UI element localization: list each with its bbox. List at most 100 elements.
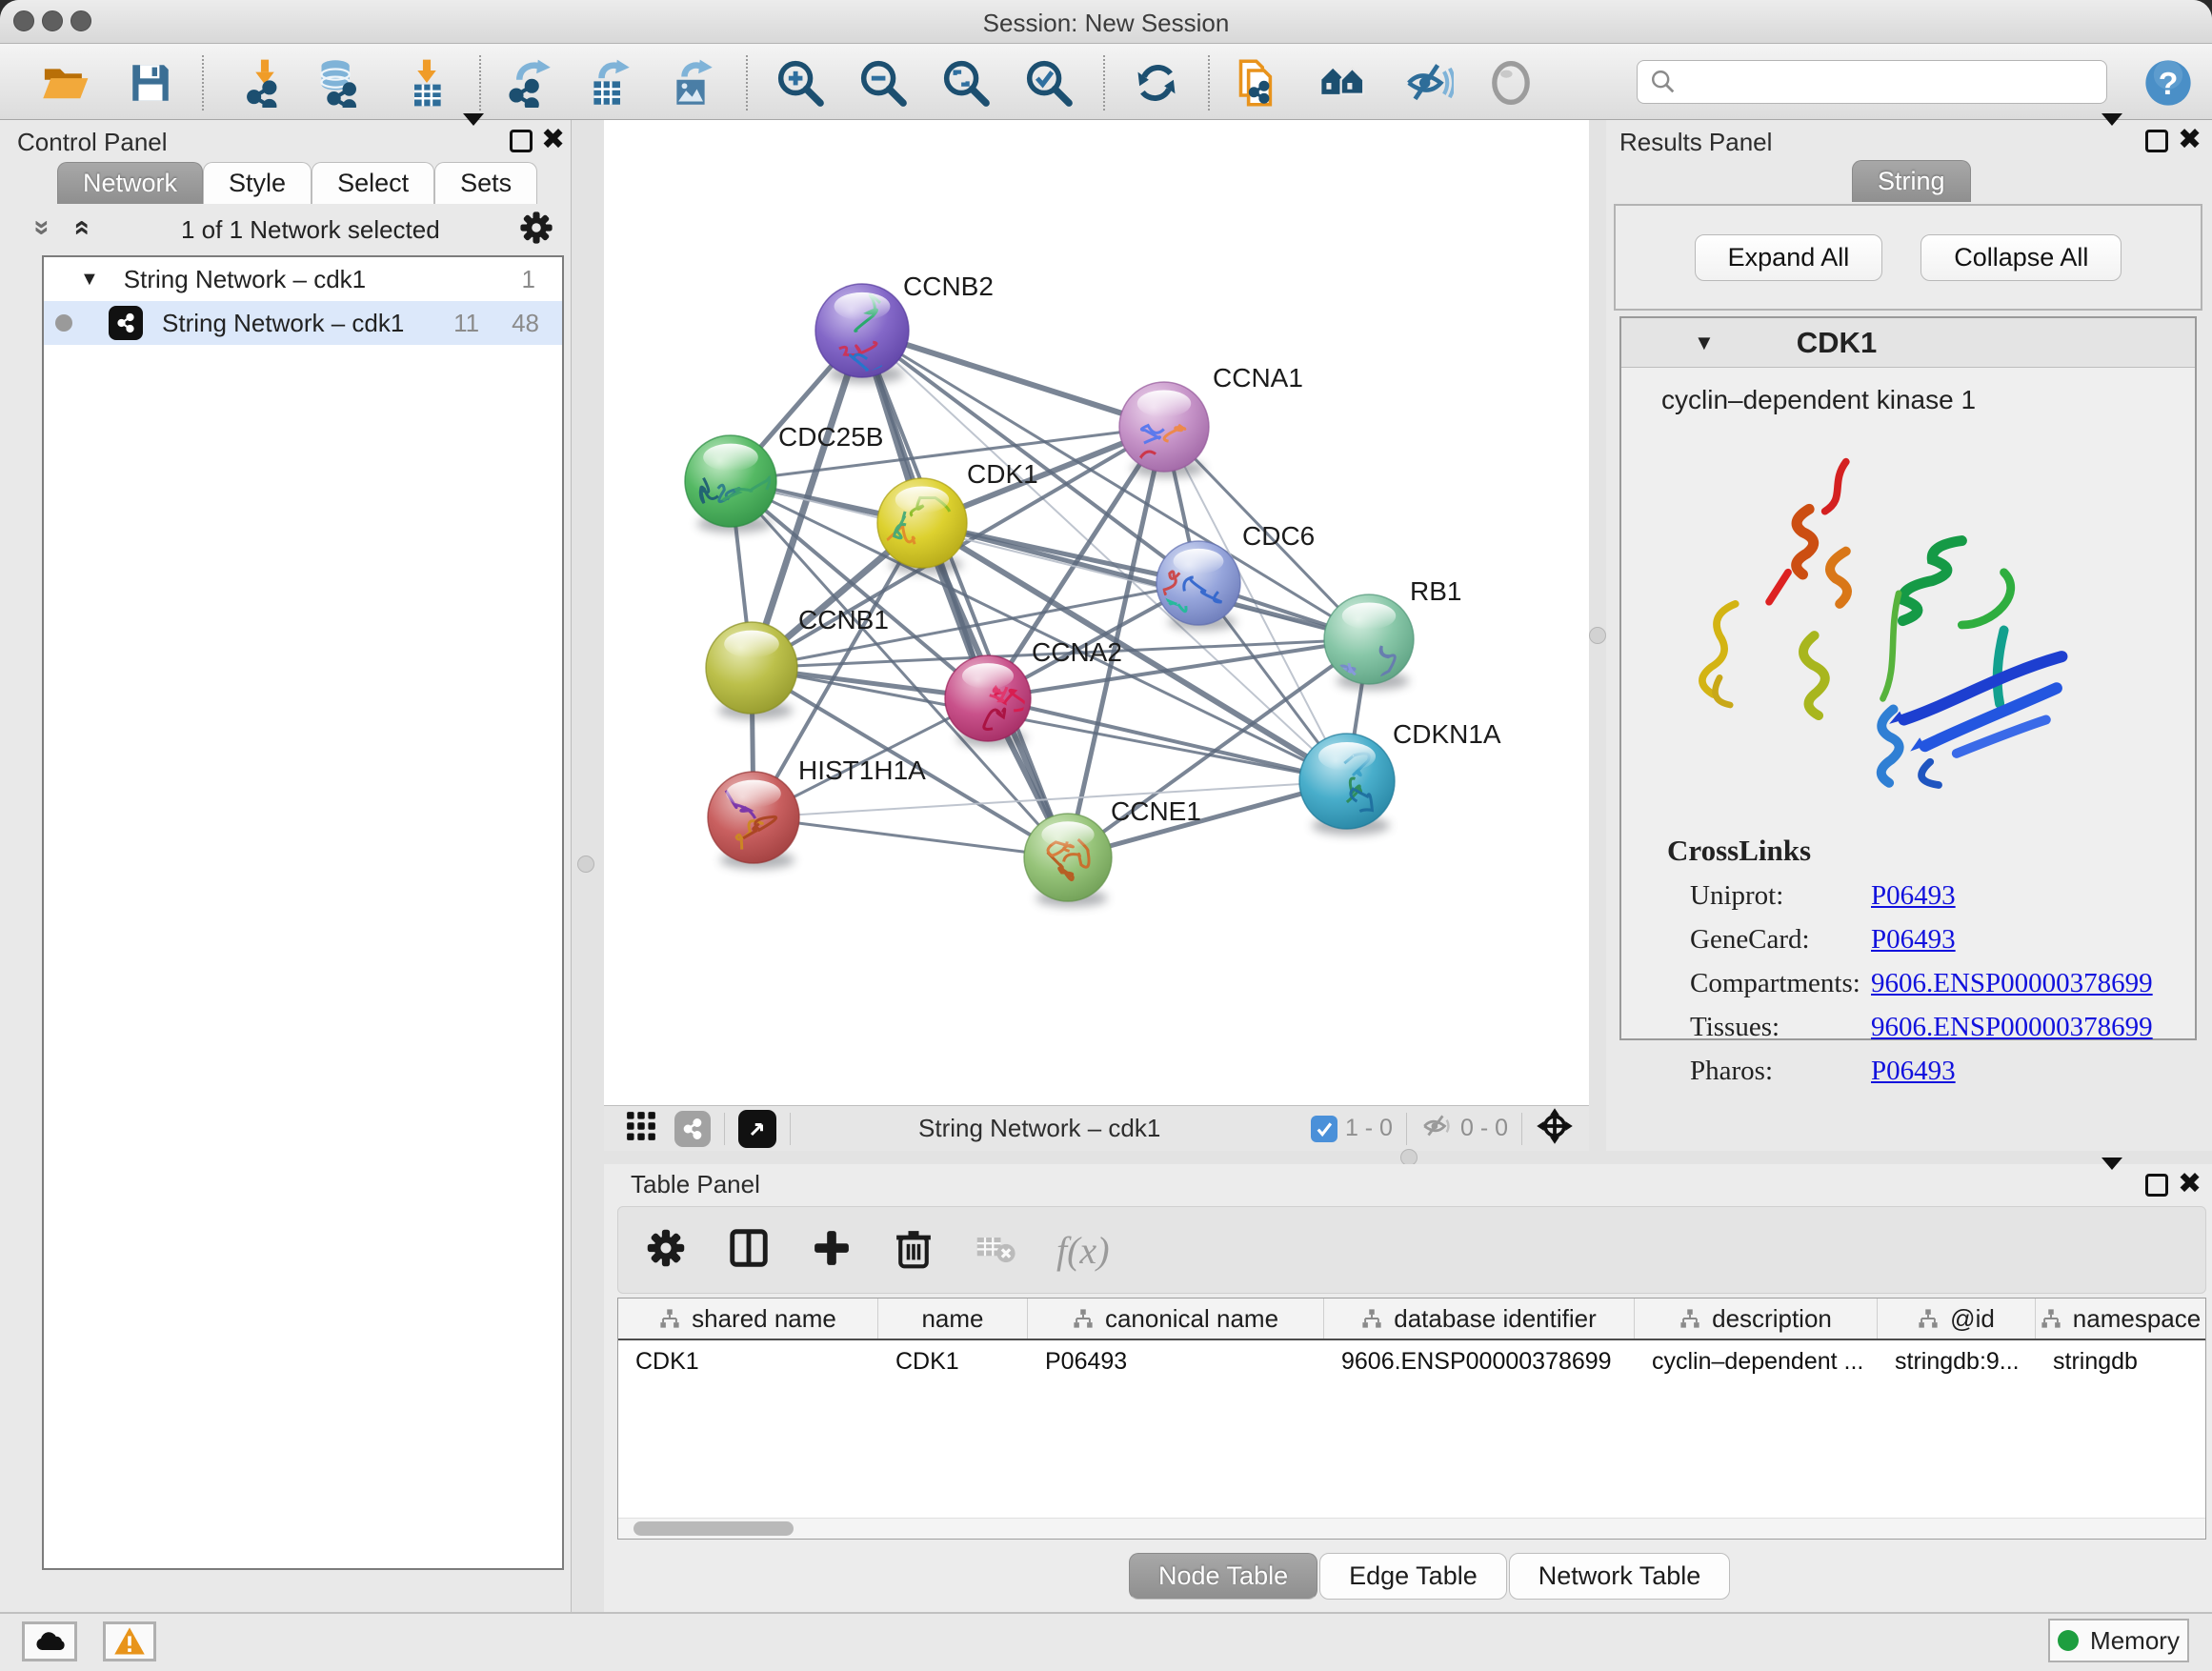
network-collection-row[interactable]: ▼ String Network – cdk1 1 bbox=[44, 257, 562, 301]
zoom-out-button[interactable] bbox=[856, 56, 910, 110]
section-collapse-icon[interactable]: ▼ bbox=[1694, 331, 1715, 355]
column-header[interactable]: name bbox=[878, 1299, 1028, 1339]
table-horizontal-scrollbar[interactable] bbox=[618, 1518, 2205, 1539]
network-graph[interactable]: CCNB2CCNA1CDC25BCDK1CDC6RB1CCNB1CCNA2CDK… bbox=[604, 120, 1589, 1105]
import-network-file-button[interactable] bbox=[238, 56, 292, 110]
selected-items-checkbox[interactable] bbox=[1311, 1116, 1337, 1142]
results-panel-menu-icon[interactable] bbox=[2101, 126, 2122, 152]
network-row-selected[interactable]: String Network – cdk1 11 48 bbox=[44, 301, 562, 345]
results-panel-float-icon[interactable] bbox=[2145, 130, 2168, 152]
network-label: String Network – cdk1 bbox=[162, 309, 404, 338]
export-network-button[interactable] bbox=[502, 56, 555, 110]
right-splitter-handle[interactable] bbox=[1589, 627, 1606, 644]
title-bar: Session: New Session bbox=[0, 0, 2212, 44]
crosslink-link[interactable]: P06493 bbox=[1871, 924, 1956, 956]
collapse-all-networks-icon[interactable]: » bbox=[26, 220, 58, 236]
node-table: shared name name canonical name database… bbox=[617, 1298, 2206, 1540]
table-panel-float-icon[interactable] bbox=[2145, 1174, 2168, 1197]
scrollbar-thumb[interactable] bbox=[633, 1521, 794, 1536]
tab-select[interactable]: Select bbox=[312, 162, 434, 204]
search-input[interactable] bbox=[1678, 68, 2078, 97]
collapse-all-button[interactable]: Collapse All bbox=[1920, 234, 2122, 281]
hierarchy-icon bbox=[1073, 1308, 1094, 1329]
home-view-button[interactable] bbox=[1317, 56, 1371, 110]
show-columns-icon[interactable] bbox=[727, 1226, 771, 1275]
import-table-button[interactable] bbox=[400, 56, 453, 110]
string-view-icon[interactable] bbox=[674, 1111, 711, 1147]
warning-icon bbox=[112, 1624, 147, 1659]
control-panel-close-icon[interactable]: ✖ bbox=[541, 128, 565, 152]
export-network-icon bbox=[504, 58, 553, 108]
network-options-gear-icon[interactable] bbox=[518, 210, 554, 251]
crosslink-label: GeneCard: bbox=[1690, 924, 1871, 956]
results-panel-close-icon[interactable]: ✖ bbox=[2178, 128, 2202, 152]
warnings-button[interactable] bbox=[103, 1621, 156, 1661]
toolbar-separator bbox=[746, 55, 748, 111]
column-header[interactable]: canonical name bbox=[1028, 1299, 1324, 1339]
houses-icon bbox=[1318, 57, 1370, 109]
tab-network[interactable]: Network bbox=[57, 162, 203, 204]
protein-section-header[interactable]: ▼ CDK1 bbox=[1621, 318, 2195, 368]
birds-eye-view-icon[interactable] bbox=[738, 1110, 776, 1148]
control-panel-menu-icon[interactable] bbox=[463, 126, 484, 152]
help-button[interactable]: ? bbox=[2142, 56, 2195, 110]
table-panel-menu-icon[interactable] bbox=[2101, 1170, 2122, 1197]
grid-view-icon[interactable] bbox=[625, 1110, 657, 1147]
tab-edge-table[interactable]: Edge Table bbox=[1319, 1553, 1507, 1600]
crosslink-link[interactable]: P06493 bbox=[1871, 880, 1956, 912]
column-header[interactable]: shared name bbox=[618, 1299, 878, 1339]
delete-column-trash-icon[interactable] bbox=[893, 1227, 935, 1274]
network-canvas[interactable]: CCNB2CCNA1CDC25BCDK1CDC6RB1CCNB1CCNA2CDK… bbox=[604, 120, 1589, 1151]
table-panel-close-icon[interactable]: ✖ bbox=[2178, 1172, 2202, 1197]
tab-node-table[interactable]: Node Table bbox=[1129, 1553, 1317, 1600]
import-network-database-button[interactable] bbox=[313, 56, 367, 110]
crosslink-row: Tissues: 9606.ENSP00000378699 bbox=[1690, 1012, 2195, 1043]
table-options-gear-icon[interactable] bbox=[645, 1227, 687, 1274]
crosslink-link[interactable]: P06493 bbox=[1871, 1056, 1956, 1087]
tree-expand-icon[interactable]: ▼ bbox=[80, 269, 99, 291]
crosslink-link[interactable]: 9606.ENSP00000378699 bbox=[1871, 968, 2153, 999]
right-splitter[interactable] bbox=[1589, 120, 1606, 1151]
clone-network-button[interactable] bbox=[1233, 56, 1286, 110]
export-image-button[interactable] bbox=[664, 56, 717, 110]
zoom-fit-button[interactable] bbox=[939, 56, 993, 110]
hidden-count: 0 - 0 bbox=[1460, 1115, 1508, 1142]
results-button-bar: Expand All Collapse All bbox=[1614, 204, 2202, 311]
column-header[interactable]: database identifier bbox=[1324, 1299, 1635, 1339]
horizontal-splitter[interactable] bbox=[604, 1151, 2212, 1164]
open-session-button[interactable] bbox=[38, 56, 91, 110]
refresh-button[interactable] bbox=[1130, 56, 1183, 110]
cell-name: CDK1 bbox=[878, 1348, 1028, 1376]
expand-all-networks-icon[interactable]: » bbox=[64, 220, 96, 236]
crosslink-link[interactable]: 9606.ENSP00000378699 bbox=[1871, 1012, 2153, 1043]
tab-string[interactable]: String bbox=[1852, 160, 1971, 202]
tab-sets[interactable]: Sets bbox=[434, 162, 537, 204]
tab-network-table[interactable]: Network Table bbox=[1509, 1553, 1731, 1600]
hide-unhide-button[interactable] bbox=[1401, 56, 1455, 110]
expand-all-button[interactable]: Expand All bbox=[1695, 234, 1883, 281]
protein-name: CDK1 bbox=[1797, 326, 1877, 360]
save-session-button[interactable] bbox=[124, 56, 177, 110]
left-splitter[interactable] bbox=[572, 120, 604, 1612]
import-table-icon bbox=[402, 58, 452, 108]
control-panel-float-icon[interactable] bbox=[510, 130, 533, 152]
protein-structure-image bbox=[1688, 434, 2088, 815]
memory-status-dot bbox=[2058, 1630, 2079, 1651]
export-table-button[interactable] bbox=[581, 56, 634, 110]
node-count: 11 bbox=[453, 309, 479, 338]
hierarchy-icon bbox=[1679, 1308, 1700, 1329]
tab-style[interactable]: Style bbox=[203, 162, 312, 204]
table-row[interactable]: CDK1 CDK1 P06493 9606.ENSP00000378699 cy… bbox=[618, 1340, 2205, 1382]
zoom-in-button[interactable] bbox=[774, 56, 827, 110]
column-header[interactable]: @id bbox=[1878, 1299, 2036, 1339]
cloud-status-button[interactable] bbox=[22, 1621, 77, 1661]
memory-button[interactable]: Memory bbox=[2048, 1619, 2189, 1662]
column-header[interactable]: namespace bbox=[2036, 1299, 2205, 1339]
column-header[interactable]: description bbox=[1635, 1299, 1878, 1339]
crosslink-label: Pharos: bbox=[1690, 1056, 1871, 1087]
zoom-selected-button[interactable] bbox=[1022, 56, 1076, 110]
fit-content-crosshair-icon[interactable] bbox=[1536, 1107, 1574, 1150]
show-graphics-button[interactable] bbox=[1484, 56, 1538, 110]
add-column-icon[interactable] bbox=[811, 1227, 853, 1274]
left-splitter-handle[interactable] bbox=[577, 856, 594, 873]
